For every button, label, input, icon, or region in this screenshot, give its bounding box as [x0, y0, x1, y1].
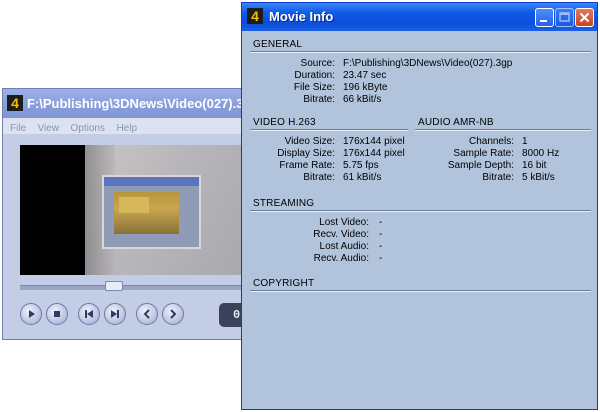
duration-label: Duration: — [294, 70, 335, 81]
display-size-value: 176x144 pixel — [343, 148, 405, 159]
channels-label: Channels: — [468, 136, 514, 147]
recv-audio-value: - — [379, 253, 383, 264]
audio-bitrate-label: Bitrate: — [482, 172, 514, 183]
streaming-heading: STREAMING — [253, 198, 315, 209]
player-menu-bar: File View Options Help — [3, 118, 251, 134]
player-title-bar[interactable]: 4 F:\Publishing\3DNews\Video(027).3gp — [3, 89, 259, 118]
sample-depth-value: 16 bit — [522, 160, 547, 171]
video-bitrate-label: Bitrate: — [303, 172, 335, 183]
general-heading: GENERAL — [253, 39, 303, 50]
maximize-button[interactable] — [555, 8, 574, 27]
streaming-divider — [250, 210, 591, 212]
lost-video-label: Lost Video: — [319, 217, 369, 228]
next-button[interactable] — [104, 303, 126, 325]
general-bitrate-value: 66 kBit/s — [343, 94, 382, 105]
video-bitrate-value: 61 kBit/s — [343, 172, 382, 183]
chevron-right-icon — [170, 309, 177, 319]
stop-icon — [54, 311, 60, 317]
player-app-icon: 4 — [7, 95, 23, 111]
movie-info-window: 4 Movie Info GENERAL Source: F:\Publishi… — [241, 2, 598, 410]
play-icon — [29, 310, 35, 318]
close-icon — [579, 12, 590, 23]
menu-help[interactable]: Help — [116, 121, 137, 137]
step-forward-button[interactable] — [162, 303, 184, 325]
frame-rate-label: Frame Rate: — [279, 160, 335, 171]
sample-rate-value: 8000 Hz — [522, 148, 560, 159]
video-heading: VIDEO H.263 — [253, 117, 316, 128]
video-frame-monitor-bar — [104, 177, 199, 186]
menu-view[interactable]: View — [38, 121, 60, 137]
info-window-title: Movie Info — [269, 9, 334, 24]
skip-next-icon — [111, 310, 119, 318]
file-size-label: File Size: — [293, 82, 335, 93]
previous-button[interactable] — [78, 303, 100, 325]
chevron-left-icon — [143, 309, 150, 319]
menu-options[interactable]: Options — [71, 121, 105, 137]
player-window-title: F:\Publishing\3DNews\Video(027).3gp — [27, 96, 260, 111]
video-frame-picture-detail — [119, 197, 149, 213]
copyright-divider — [250, 290, 591, 292]
frame-rate-value: 5.75 fps — [343, 160, 379, 171]
general-bitrate-label: Bitrate: — [303, 94, 335, 105]
menu-file[interactable]: File — [10, 121, 26, 137]
stop-button[interactable] — [46, 303, 68, 325]
video-divider — [250, 129, 408, 131]
channels-value: 1 — [522, 136, 528, 147]
sample-depth-label: Sample Depth: — [447, 160, 514, 171]
sample-rate-label: Sample Rate: — [453, 148, 514, 159]
maximize-icon — [559, 12, 570, 22]
video-size-value: 176x144 pixel — [343, 136, 405, 147]
video-frame-monitor — [102, 175, 201, 249]
lost-audio-value: - — [379, 241, 383, 252]
minimize-button[interactable] — [535, 8, 554, 27]
recv-video-label: Recv. Video: — [313, 229, 369, 240]
step-back-button[interactable] — [136, 303, 158, 325]
source-value: F:\Publishing\3DNews\Video(027).3gp — [343, 58, 513, 69]
seek-bar[interactable] — [20, 285, 245, 290]
lost-audio-label: Lost Audio: — [319, 241, 369, 252]
copyright-heading: COPYRIGHT — [253, 278, 315, 289]
close-button[interactable] — [575, 8, 594, 27]
skip-previous-icon — [85, 310, 93, 318]
recv-video-value: - — [379, 229, 383, 240]
play-button[interactable] — [20, 303, 42, 325]
general-divider — [250, 51, 591, 53]
audio-divider — [415, 129, 591, 131]
video-size-label: Video Size: — [284, 136, 335, 147]
file-size-value: 196 kByte — [343, 82, 388, 93]
info-title-bar[interactable]: 4 Movie Info — [242, 3, 597, 31]
display-size-label: Display Size: — [277, 148, 335, 159]
minimize-icon — [540, 20, 547, 22]
duration-value: 23.47 sec — [343, 70, 387, 81]
lost-video-value: - — [379, 217, 383, 228]
audio-heading: AUDIO AMR-NB — [418, 117, 494, 128]
video-display[interactable] — [20, 145, 245, 275]
seek-thumb[interactable] — [105, 281, 123, 291]
source-label: Source: — [300, 58, 335, 69]
info-app-icon: 4 — [247, 8, 263, 24]
recv-audio-label: Recv. Audio: — [313, 253, 369, 264]
media-player-window: 4 F:\Publishing\3DNews\Video(027).3gp Fi… — [2, 88, 259, 340]
audio-bitrate-value: 5 kBit/s — [522, 172, 555, 183]
